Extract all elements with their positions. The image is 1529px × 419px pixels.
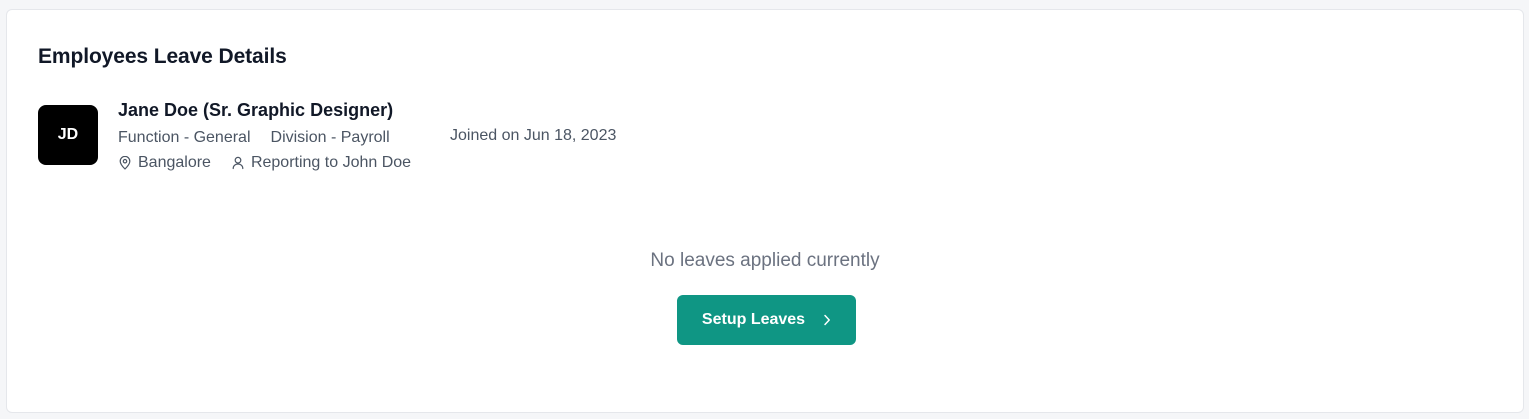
- employee-reporting: Reporting to John Doe: [250, 154, 412, 171]
- employee-division: Division - Payroll: [270, 129, 390, 146]
- map-pin-icon: [118, 155, 132, 171]
- employee-name: Jane Doe (Sr. Graphic Designer): [118, 100, 394, 120]
- setup-leaves-button[interactable]: Setup Leaves: [677, 295, 856, 345]
- avatar: JD: [38, 105, 98, 165]
- chevron-right-icon: [823, 314, 831, 326]
- user-icon: [231, 155, 245, 171]
- empty-state-message: No leaves applied currently: [650, 250, 880, 271]
- employee-meta-row: Function - General Division - Payroll: [118, 129, 390, 147]
- avatar-initials: JD: [57, 126, 79, 143]
- leave-details-card: Employees Leave Details JD Jane Doe (Sr.…: [6, 9, 1524, 413]
- employee-location: Bangalore: [138, 154, 211, 171]
- employee-function: Function - General: [118, 129, 251, 146]
- employee-location-row: Bangalore Reporting to John Doe: [118, 154, 411, 172]
- setup-leaves-label: Setup Leaves: [701, 311, 806, 328]
- employee-joined-date: Joined on Jun 18, 2023: [450, 127, 617, 144]
- page-title: Employees Leave Details: [38, 45, 287, 68]
